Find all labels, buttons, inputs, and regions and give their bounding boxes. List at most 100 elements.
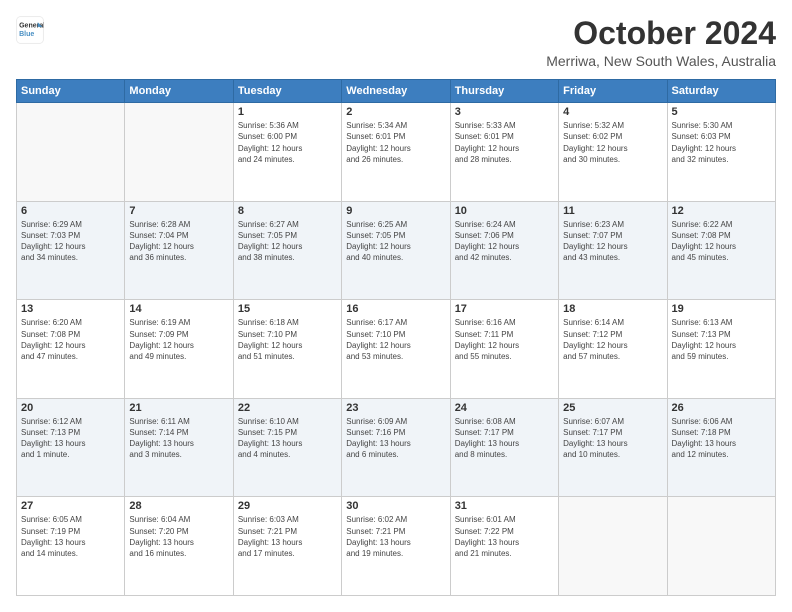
day-info: Sunrise: 6:02 AM Sunset: 7:21 PM Dayligh… xyxy=(346,514,445,559)
day-number: 6 xyxy=(21,205,120,217)
day-number: 24 xyxy=(455,402,554,414)
day-info: Sunrise: 5:34 AM Sunset: 6:01 PM Dayligh… xyxy=(346,120,445,165)
col-friday: Friday xyxy=(559,80,667,103)
table-row: 12Sunrise: 6:22 AM Sunset: 7:08 PM Dayli… xyxy=(667,201,775,300)
table-row: 14 Sunrise: 6:19 AM Sunset: 7:09 PM Dayli… xyxy=(125,300,233,399)
table-row: 26Sunrise: 6:06 AM Sunset: 7:18 PM Dayli… xyxy=(667,398,775,497)
col-wednesday: Wednesday xyxy=(342,80,450,103)
table-row xyxy=(17,103,125,202)
table-row: 11Sunrise: 6:23 AM Sunset: 7:07 PM Dayli… xyxy=(559,201,667,300)
table-row: 1Sunrise: 5:36 AM Sunset: 6:00 PM Daylig… xyxy=(233,103,341,202)
table-row: 28Sunrise: 6:04 AM Sunset: 7:20 PM Dayli… xyxy=(125,497,233,596)
day-number: 29 xyxy=(238,500,337,512)
day-number: 13 xyxy=(21,303,120,315)
calendar-row: 27 Sunrise: 6:05 AM Sunset: 7:19 PM Dayli… xyxy=(17,497,776,596)
day-number: 21 xyxy=(129,402,228,414)
table-row: 18Sunrise: 6:14 AM Sunset: 7:12 PM Dayli… xyxy=(559,300,667,399)
table-row: 21Sunrise: 6:11 AM Sunset: 7:14 PM Dayli… xyxy=(125,398,233,497)
day-info: Sunrise: 6:27 AM Sunset: 7:05 PM Dayligh… xyxy=(238,219,337,264)
day-info: Sunrise: 6:07 AM Sunset: 7:17 PM Dayligh… xyxy=(563,416,662,461)
table-row: 24 Sunrise: 6:08 AM Sunset: 7:17 PM Dayli… xyxy=(450,398,558,497)
table-row: 23 Sunrise: 6:09 AM Sunset: 7:16 PM Dayli… xyxy=(342,398,450,497)
svg-text:Blue: Blue xyxy=(19,31,34,38)
header-row: Sunday Monday Tuesday Wednesday Thursday… xyxy=(17,80,776,103)
day-number: 19 xyxy=(672,303,771,315)
table-row: 3Sunrise: 5:33 AM Sunset: 6:01 PM Daylig… xyxy=(450,103,558,202)
day-info: Sunrise: 6:03 AM Sunset: 7:21 PM Dayligh… xyxy=(238,514,337,559)
col-monday: Monday xyxy=(125,80,233,103)
day-info: Sunrise: 6:24 AM Sunset: 7:06 PM Dayligh… xyxy=(455,219,554,264)
day-info: Sunrise: 6:13 AM Sunset: 7:13 PM Dayligh… xyxy=(672,317,771,362)
calendar-row: 20 Sunrise: 6:12 AM Sunset: 7:13 PM Dayli… xyxy=(17,398,776,497)
table-row: 27 Sunrise: 6:05 AM Sunset: 7:19 PM Dayli… xyxy=(17,497,125,596)
day-number: 5 xyxy=(672,106,771,118)
calendar-table: Sunday Monday Tuesday Wednesday Thursday… xyxy=(16,79,776,596)
table-row: 22Sunrise: 6:10 AM Sunset: 7:15 PM Dayli… xyxy=(233,398,341,497)
day-info: Sunrise: 6:06 AM Sunset: 7:18 PM Dayligh… xyxy=(672,416,771,461)
day-number: 9 xyxy=(346,205,445,217)
table-row: 20 Sunrise: 6:12 AM Sunset: 7:13 PM Dayli… xyxy=(17,398,125,497)
day-number: 31 xyxy=(455,500,554,512)
day-info: Sunrise: 6:19 AM Sunset: 7:09 PM Dayligh… xyxy=(129,317,228,362)
day-info: Sunrise: 5:32 AM Sunset: 6:02 PM Dayligh… xyxy=(563,120,662,165)
day-number: 20 xyxy=(21,402,120,414)
table-row: 19 Sunrise: 6:13 AM Sunset: 7:13 PM Dayli… xyxy=(667,300,775,399)
day-number: 3 xyxy=(455,106,554,118)
day-number: 30 xyxy=(346,500,445,512)
logo: General Blue xyxy=(16,16,44,44)
month-title: October 2024 xyxy=(546,16,776,51)
table-row: 10 Sunrise: 6:24 AM Sunset: 7:06 PM Dayli… xyxy=(450,201,558,300)
col-saturday: Saturday xyxy=(667,80,775,103)
table-row: 6Sunrise: 6:29 AM Sunset: 7:03 PM Daylig… xyxy=(17,201,125,300)
table-row: 31 Sunrise: 6:01 AM Sunset: 7:22 PM Dayli… xyxy=(450,497,558,596)
subtitle: Merriwa, New South Wales, Australia xyxy=(546,53,776,69)
day-info: Sunrise: 6:20 AM Sunset: 7:08 PM Dayligh… xyxy=(21,317,120,362)
col-sunday: Sunday xyxy=(17,80,125,103)
day-number: 27 xyxy=(21,500,120,512)
day-info: Sunrise: 6:25 AM Sunset: 7:05 PM Dayligh… xyxy=(346,219,445,264)
table-row: 4 Sunrise: 5:32 AM Sunset: 6:02 PM Daylig… xyxy=(559,103,667,202)
table-row: 25 Sunrise: 6:07 AM Sunset: 7:17 PM Dayli… xyxy=(559,398,667,497)
day-number: 7 xyxy=(129,205,228,217)
day-number: 14 xyxy=(129,303,228,315)
day-info: Sunrise: 6:17 AM Sunset: 7:10 PM Dayligh… xyxy=(346,317,445,362)
table-row xyxy=(125,103,233,202)
table-row: 13 Sunrise: 6:20 AM Sunset: 7:08 PM Dayli… xyxy=(17,300,125,399)
day-number: 28 xyxy=(129,500,228,512)
page: General Blue October 2024 Merriwa, New S… xyxy=(0,0,792,612)
day-info: Sunrise: 6:28 AM Sunset: 7:04 PM Dayligh… xyxy=(129,219,228,264)
table-row: 15 Sunrise: 6:18 AM Sunset: 7:10 PM Dayli… xyxy=(233,300,341,399)
table-row: 30 Sunrise: 6:02 AM Sunset: 7:21 PM Dayli… xyxy=(342,497,450,596)
day-number: 16 xyxy=(346,303,445,315)
table-row: 16 Sunrise: 6:17 AM Sunset: 7:10 PM Dayli… xyxy=(342,300,450,399)
day-info: Sunrise: 6:22 AM Sunset: 7:08 PM Dayligh… xyxy=(672,219,771,264)
calendar-row: 1Sunrise: 5:36 AM Sunset: 6:00 PM Daylig… xyxy=(17,103,776,202)
day-number: 1 xyxy=(238,106,337,118)
day-info: Sunrise: 6:01 AM Sunset: 7:22 PM Dayligh… xyxy=(455,514,554,559)
day-info: Sunrise: 6:16 AM Sunset: 7:11 PM Dayligh… xyxy=(455,317,554,362)
day-info: Sunrise: 6:12 AM Sunset: 7:13 PM Dayligh… xyxy=(21,416,120,461)
calendar-row: 6Sunrise: 6:29 AM Sunset: 7:03 PM Daylig… xyxy=(17,201,776,300)
day-number: 18 xyxy=(563,303,662,315)
day-number: 4 xyxy=(563,106,662,118)
day-info: Sunrise: 6:10 AM Sunset: 7:15 PM Dayligh… xyxy=(238,416,337,461)
table-row xyxy=(559,497,667,596)
day-number: 8 xyxy=(238,205,337,217)
table-row: 9 Sunrise: 6:25 AM Sunset: 7:05 PM Daylig… xyxy=(342,201,450,300)
day-info: Sunrise: 6:05 AM Sunset: 7:19 PM Dayligh… xyxy=(21,514,120,559)
day-info: Sunrise: 6:08 AM Sunset: 7:17 PM Dayligh… xyxy=(455,416,554,461)
day-number: 15 xyxy=(238,303,337,315)
day-number: 25 xyxy=(563,402,662,414)
logo-icon: General Blue xyxy=(16,16,44,44)
table-row: 7 Sunrise: 6:28 AM Sunset: 7:04 PM Daylig… xyxy=(125,201,233,300)
day-info: Sunrise: 5:30 AM Sunset: 6:03 PM Dayligh… xyxy=(672,120,771,165)
day-number: 2 xyxy=(346,106,445,118)
day-info: Sunrise: 6:18 AM Sunset: 7:10 PM Dayligh… xyxy=(238,317,337,362)
day-info: Sunrise: 6:09 AM Sunset: 7:16 PM Dayligh… xyxy=(346,416,445,461)
day-number: 11 xyxy=(563,205,662,217)
header: General Blue October 2024 Merriwa, New S… xyxy=(16,16,776,69)
day-number: 23 xyxy=(346,402,445,414)
day-number: 10 xyxy=(455,205,554,217)
table-row: 17Sunrise: 6:16 AM Sunset: 7:11 PM Dayli… xyxy=(450,300,558,399)
title-block: October 2024 Merriwa, New South Wales, A… xyxy=(546,16,776,69)
